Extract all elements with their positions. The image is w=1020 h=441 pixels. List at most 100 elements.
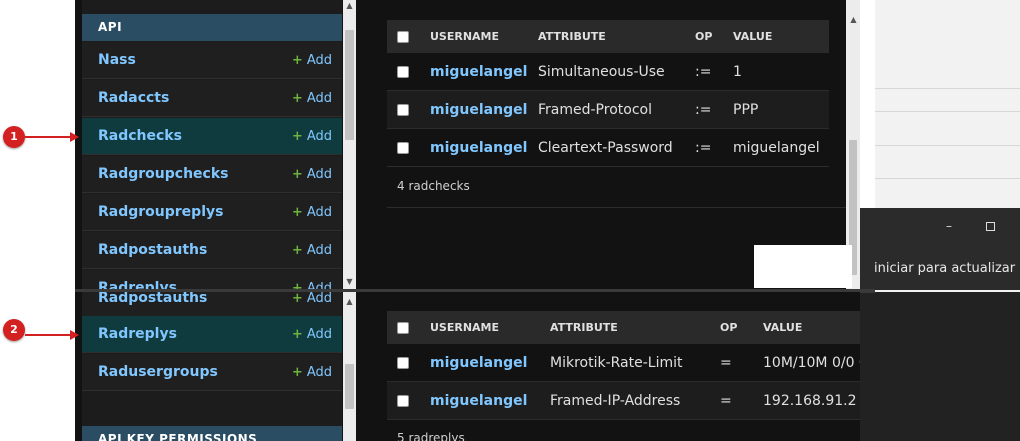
sidebar-item-label[interactable]: Nass xyxy=(98,52,136,68)
add-radgroupreplys-button[interactable]: + Add xyxy=(292,205,332,220)
sidebar-scrollbar[interactable]: ▲ xyxy=(343,292,356,441)
column-header-op[interactable]: OP xyxy=(695,20,733,53)
radchecks-table: USERNAME ATTRIBUTE OP VALUE miguelangel … xyxy=(387,20,829,167)
add-radgroupchecks-button[interactable]: + Add xyxy=(292,167,332,182)
table-header-row: USERNAME ATTRIBUTE OP VALUE xyxy=(387,311,860,344)
sidebar-item-radgroupchecks[interactable]: Radgroupchecks + Add xyxy=(82,156,342,193)
attribute-cell: Simultaneous-Use xyxy=(538,53,695,91)
minimize-icon[interactable]: – xyxy=(946,219,952,233)
annotation-arrow xyxy=(25,334,71,336)
scroll-down-icon[interactable]: ▼ xyxy=(345,278,354,286)
bottom-screenshot-panel: Radpostauths + Add Radreplys + Add Raduser… xyxy=(75,292,860,441)
username-link[interactable]: miguelangel xyxy=(430,64,527,80)
attribute-cell: Mikrotik-Rate-Limit xyxy=(550,344,720,382)
username-link[interactable]: miguelangel xyxy=(430,355,527,371)
add-radaccts-button[interactable]: + Add xyxy=(292,91,332,106)
sidebar-item-label[interactable]: Radchecks xyxy=(98,128,182,144)
add-radchecks-button[interactable]: + Add xyxy=(292,129,332,144)
row-checkbox[interactable] xyxy=(397,141,409,154)
scroll-up-icon[interactable]: ▲ xyxy=(345,298,354,306)
column-header-value[interactable]: VALUE xyxy=(733,20,829,53)
row-checkbox[interactable] xyxy=(397,356,409,369)
plus-icon: + xyxy=(291,91,303,106)
value-cell: PPP xyxy=(733,90,829,129)
sidebar-item-label[interactable]: Radgroupreplys xyxy=(98,204,223,220)
username-link[interactable]: miguelangel xyxy=(430,102,527,118)
op-cell: := xyxy=(695,53,733,91)
plus-icon: + xyxy=(291,365,303,380)
value-cell: miguelangel xyxy=(733,128,829,167)
table-row: miguelangel Mikrotik-Rate-Limit = 10M/10… xyxy=(387,344,860,382)
sidebar-item-radreplys[interactable]: Radreplys + Add xyxy=(82,270,342,290)
op-cell: := xyxy=(695,90,733,129)
column-header-value[interactable]: VALUE xyxy=(763,311,860,344)
add-radusergroups-button[interactable]: + Add xyxy=(292,365,332,380)
op-cell: := xyxy=(695,128,733,167)
row-checkbox[interactable] xyxy=(397,103,409,116)
row-checkbox[interactable] xyxy=(397,394,409,407)
sidebar-item-label[interactable]: Radgroupchecks xyxy=(98,166,228,182)
table-row: miguelangel Simultaneous-Use := 1 xyxy=(387,53,829,91)
admin-sidebar: API Nass + Add Radaccts + Add Radchecks + A… xyxy=(82,0,342,290)
sidebar-item-radreplys[interactable]: Radreplys + Add xyxy=(82,316,342,353)
attribute-cell: Framed-Protocol xyxy=(538,90,695,129)
column-header-attribute[interactable]: ATTRIBUTE xyxy=(550,311,720,344)
sidebar-item-radgroupreplys[interactable]: Radgroupreplys + Add xyxy=(82,194,342,231)
sidebar-item-label[interactable]: Radreplys xyxy=(98,326,177,342)
username-link[interactable]: miguelangel xyxy=(430,393,527,409)
sidebar-scroll-thumb[interactable] xyxy=(345,364,354,409)
add-radpostauths-button[interactable]: + Add xyxy=(292,292,332,306)
sidebar-item-radusergroups[interactable]: Radusergroups + Add xyxy=(82,354,342,391)
sidebar-header-api-key-permissions: API KEY PERMISSIONS xyxy=(82,426,342,441)
column-header-username[interactable]: USERNAME xyxy=(430,20,538,53)
table-row: miguelangel Framed-Protocol := PPP xyxy=(387,90,829,129)
table-row: miguelangel Cleartext-Password := miguel… xyxy=(387,128,829,167)
select-all-checkbox[interactable] xyxy=(397,322,409,334)
table-row: miguelangel Framed-IP-Address = 192.168.… xyxy=(387,381,860,420)
sidebar-item-label[interactable]: Radaccts xyxy=(98,90,169,106)
radreplys-table: USERNAME ATTRIBUTE OP VALUE miguelangel … xyxy=(387,311,860,420)
table-header-row: USERNAME ATTRIBUTE OP VALUE xyxy=(387,20,829,53)
sidebar-scroll-thumb[interactable] xyxy=(345,30,354,140)
result-count: 5 radreplys xyxy=(397,431,465,441)
scroll-up-icon[interactable]: ▲ xyxy=(345,2,354,10)
sidebar-item-radaccts[interactable]: Radaccts + Add xyxy=(82,80,342,117)
select-all-checkbox[interactable] xyxy=(397,31,409,43)
sidebar-item-radpostauths[interactable]: Radpostauths + Add xyxy=(82,232,342,269)
maximize-icon[interactable] xyxy=(986,222,995,231)
annotation-marker-2: 2 xyxy=(3,319,25,341)
op-cell: = xyxy=(720,381,763,420)
plus-icon: + xyxy=(291,129,303,144)
background-divider xyxy=(875,88,1020,89)
add-radreplys-button[interactable]: + Add xyxy=(292,327,332,342)
sidebar-scrollbar[interactable]: ▲ ▼ xyxy=(343,0,356,290)
annotation-marker-1: 1 xyxy=(3,126,25,148)
column-header-username[interactable]: USERNAME xyxy=(430,311,550,344)
result-divider xyxy=(387,207,849,208)
add-nass-button[interactable]: + Add xyxy=(292,53,332,68)
sidebar-item-nass[interactable]: Nass + Add xyxy=(82,42,342,79)
scroll-up-icon[interactable]: ▲ xyxy=(849,16,858,24)
change-list-content: USERNAME ATTRIBUTE OP VALUE miguelangel … xyxy=(357,292,860,441)
add-radpostauths-button[interactable]: + Add xyxy=(292,243,332,258)
sidebar-item-radpostauths[interactable]: Radpostauths + Add xyxy=(82,292,342,317)
blank-overlay xyxy=(754,245,852,288)
plus-icon: + xyxy=(291,167,303,182)
column-header-attribute[interactable]: ATTRIBUTE xyxy=(538,20,695,53)
sidebar-item-label[interactable]: Radpostauths xyxy=(98,292,207,306)
top-screenshot-panel: API Nass + Add Radaccts + Add Radchecks + A… xyxy=(75,0,860,290)
column-header-op[interactable]: OP xyxy=(720,311,763,344)
background-dark-window xyxy=(860,208,1020,290)
annotation-arrow xyxy=(25,136,71,138)
sidebar-item-radchecks[interactable]: Radchecks + Add xyxy=(82,118,342,155)
background-divider xyxy=(875,178,1020,179)
username-link[interactable]: miguelangel xyxy=(430,140,527,156)
sidebar-item-label[interactable]: Radusergroups xyxy=(98,364,218,380)
row-checkbox[interactable] xyxy=(397,65,409,78)
attribute-cell: Framed-IP-Address xyxy=(550,381,720,420)
plus-icon: + xyxy=(291,243,303,258)
plus-icon: + xyxy=(291,292,303,306)
value-cell: 192.168.91.2 xyxy=(763,381,860,420)
background-divider xyxy=(875,145,1020,146)
sidebar-item-label[interactable]: Radpostauths xyxy=(98,242,207,258)
